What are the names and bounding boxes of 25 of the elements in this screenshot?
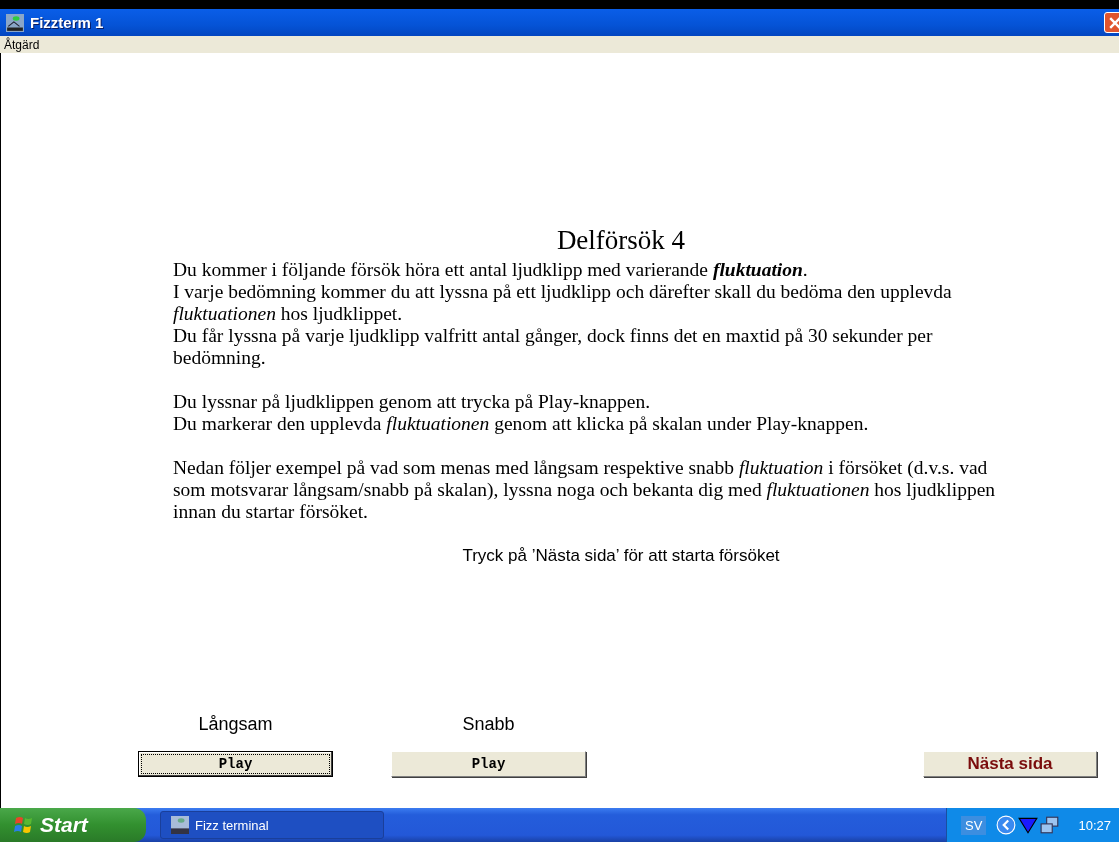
chevron-left-icon[interactable] (996, 815, 1017, 835)
app-icon (171, 816, 189, 834)
instruction-text: I varje bedömning kommer du att lyssna på ett ljudklipp och därefter skall du bedöma den upplevda fluktuationen hos ljudklippet. (173, 281, 953, 325)
triangle-icon[interactable] (1018, 815, 1039, 835)
app-icon (6, 13, 24, 32)
start-button[interactable]: Start (0, 808, 146, 842)
example-label: Snabb (462, 714, 515, 735)
play-button[interactable]: Play (391, 751, 586, 777)
next-page-button[interactable]: Nästa sida (923, 751, 1097, 777)
example-label: Långsam (198, 714, 273, 735)
network-icon[interactable] (1040, 815, 1061, 835)
instruction-text: Du lyssnar på ljudklippen genom att trycka på Play-knappen. (173, 391, 652, 413)
menu-item[interactable]: Åtgärd (4, 37, 40, 52)
instruction-text: Du får lyssna på varje ljudklipp valfritt antal gånger, dock finns det en maxtid på 30 sekunder per bedömning. (173, 325, 934, 369)
window-title: Fizzterm 1 (30, 14, 104, 31)
instruction-text: Tryck på ’Nästa sida’ för att starta försöket (461, 545, 781, 567)
instruction-text: Du markerar den upplevda fluktuationen genom att klicka på skalan under Play-knappen. (173, 413, 870, 435)
close-button[interactable] (1104, 12, 1119, 33)
instruction-text: Nedan följer exempel på vad som menas med långsam respektive snabb fluktuation i försöket (d.v.s. vad som motsvarar långsam/snabb på skalan), lyssna noga och bekanta dig med fluktuationen hos ljudklippen innan du startar försöket. (173, 457, 997, 523)
windows-logo-icon (14, 815, 34, 835)
play-button[interactable]: Play (138, 751, 333, 777)
page-heading: Delförsök 4 (555, 224, 687, 257)
instruction-text: Du kommer i följande försök höra ett antal ljudklipp med varierande fluktuation. (173, 259, 809, 281)
taskbar-button[interactable]: Fizz terminal (160, 811, 384, 839)
clock: 10:27 (1078, 817, 1111, 833)
